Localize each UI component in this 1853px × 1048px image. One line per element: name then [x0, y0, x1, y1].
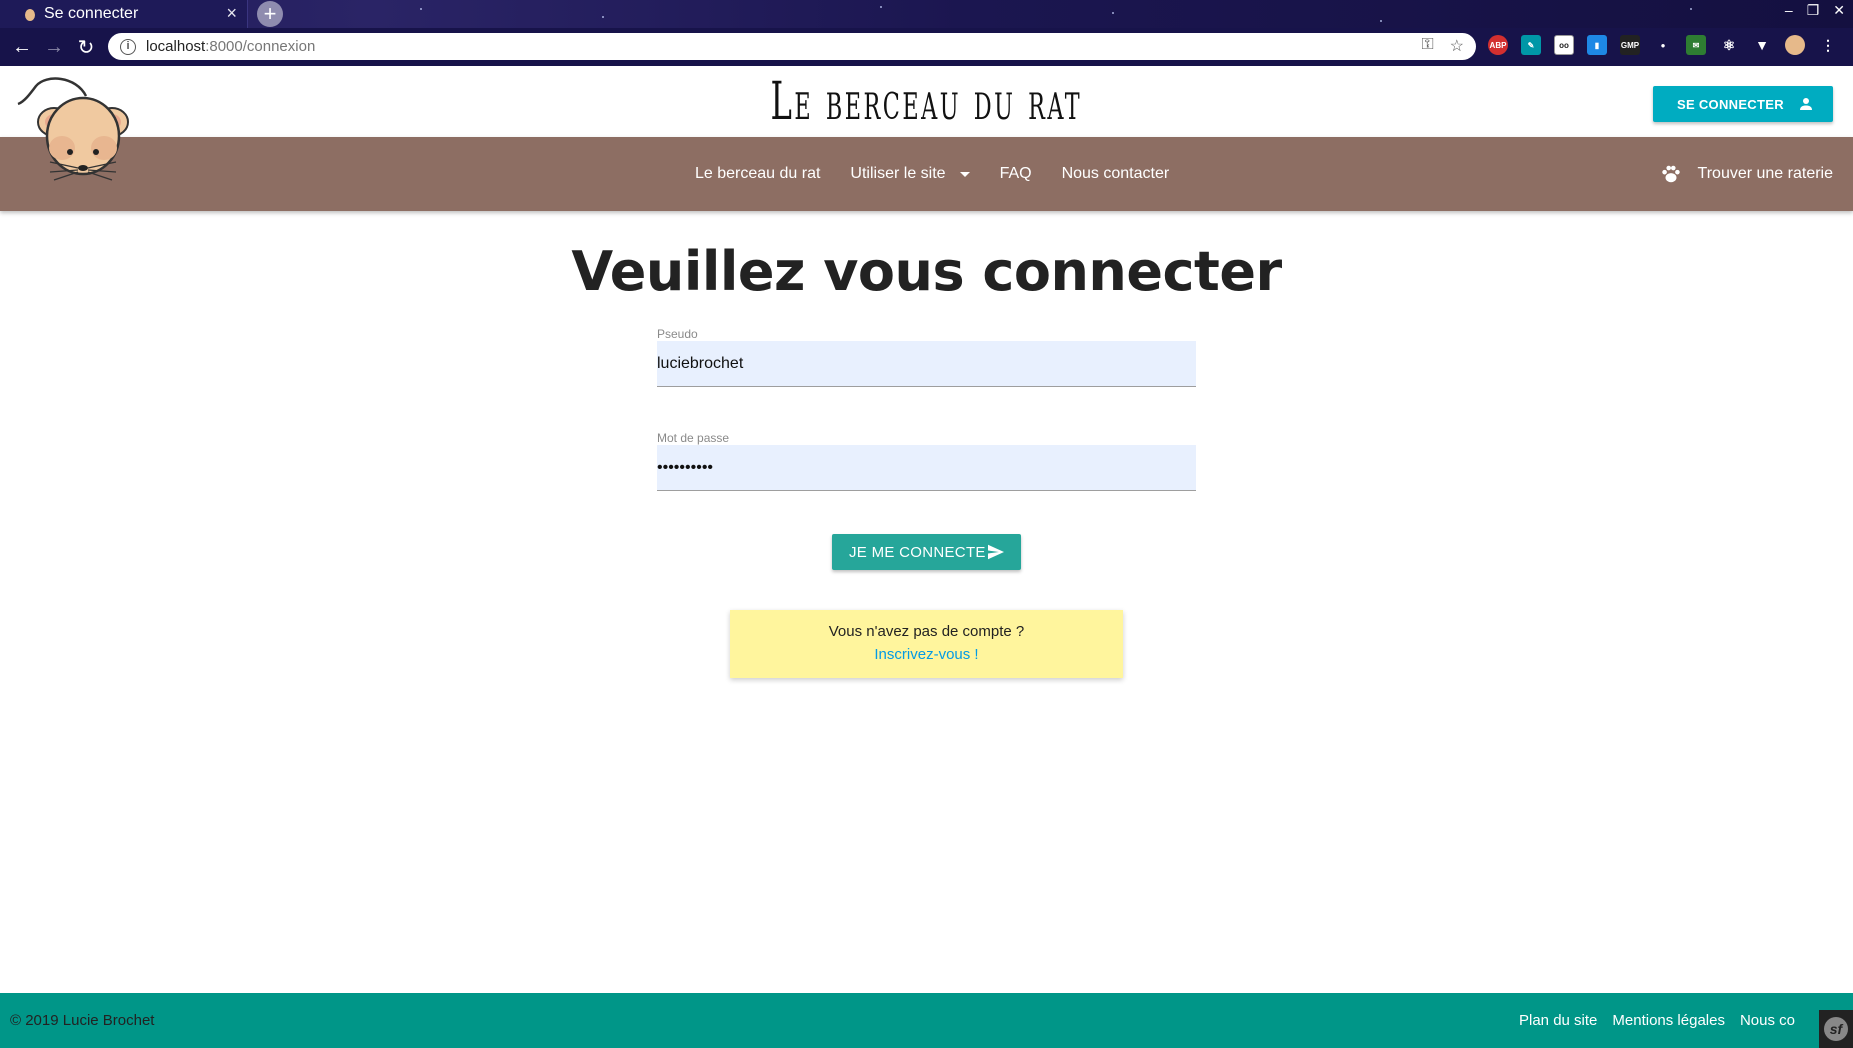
key-icon[interactable]: ⚿	[1421, 36, 1433, 56]
maximize-icon[interactable]: ❐	[1807, 2, 1820, 19]
close-tab-icon[interactable]: ×	[226, 3, 237, 24]
glasses-extension-icon[interactable]: oo	[1554, 35, 1574, 55]
gmp-extension-icon[interactable]: GMP	[1620, 35, 1640, 55]
forward-icon[interactable]: →	[38, 31, 70, 63]
username-label: Pseudo	[657, 327, 698, 341]
new-tab-button[interactable]: +	[257, 1, 283, 27]
star-decoration	[602, 16, 604, 18]
site-title[interactable]: Le berceau du rat	[352, 72, 1501, 132]
nav-item-contact[interactable]: Nous contacter	[1062, 165, 1170, 183]
login-button-label: SE CONNECTER	[1677, 96, 1784, 112]
star-decoration	[420, 8, 422, 10]
person-icon	[1800, 98, 1812, 110]
find-raterie-link[interactable]: Trouver une raterie	[1660, 137, 1833, 211]
main-navbar: Le berceau du rat Utiliser le site FAQ N…	[0, 137, 1853, 211]
pen-extension-icon[interactable]: ✎	[1521, 35, 1541, 55]
star-decoration	[1380, 20, 1382, 22]
nav-item-use-site[interactable]: Utiliser le site	[850, 165, 970, 183]
password-input[interactable]	[657, 445, 1196, 491]
nav-links: Le berceau du rat Utiliser le site FAQ N…	[695, 137, 1169, 211]
url-host: localhost	[146, 38, 206, 55]
submit-login-button[interactable]: JE ME CONNECTE	[832, 534, 1021, 570]
submit-login-label: JE ME CONNECTE	[849, 543, 986, 561]
signup-link[interactable]: Inscrivez-vous !	[730, 646, 1123, 663]
react-extension-icon[interactable]: ⚛	[1719, 35, 1739, 55]
footer-link-contact[interactable]: Nous contacter	[1740, 1012, 1796, 1029]
nav-item-home[interactable]: Le berceau du rat	[695, 165, 820, 183]
paw-icon	[1661, 165, 1680, 183]
ninja-extension-icon[interactable]: ●	[1653, 35, 1673, 55]
url-path: :8000/connexion	[205, 38, 316, 55]
rat-favicon-icon	[25, 9, 35, 21]
mail-extension-icon[interactable]: ✉	[1686, 35, 1706, 55]
star-decoration	[880, 6, 882, 8]
back-icon[interactable]: ←	[6, 31, 38, 63]
adblock-extension-icon[interactable]: ABP	[1488, 35, 1508, 55]
address-bar[interactable]: i localhost:8000/connexion ⚿ ☆	[108, 33, 1476, 60]
username-input[interactable]	[657, 341, 1196, 387]
footer-links: Plan du site Mentions légales Nous conta…	[1519, 1012, 1796, 1029]
nav-item-faq[interactable]: FAQ	[1000, 165, 1032, 183]
browser-tab-active[interactable]: Se connecter ×	[0, 0, 248, 28]
page-title: Veuillez vous connecter	[571, 240, 1282, 303]
reload-icon[interactable]: ↻	[70, 31, 102, 63]
star-decoration	[1690, 8, 1692, 10]
rat-logo[interactable]	[16, 76, 136, 186]
blue-extension-icon[interactable]: ▮	[1587, 35, 1607, 55]
site-header: Le berceau du rat SE CONNECTER	[0, 66, 1853, 137]
login-button[interactable]: SE CONNECTER	[1653, 86, 1833, 122]
extensions-bar: ABP ✎ oo ▮ GMP ● ✉ ⚛ ▼ ⋮	[1488, 35, 1838, 55]
close-window-icon[interactable]: ✕	[1833, 2, 1845, 19]
minimize-icon[interactable]: –	[1785, 2, 1793, 19]
signup-card: Vous n'avez pas de compte ? Inscrivez-vo…	[730, 610, 1123, 678]
symfony-toolbar-toggle[interactable]: sf	[1819, 1010, 1853, 1048]
window-controls: – ❐ ✕	[1785, 2, 1845, 19]
send-icon	[988, 544, 1004, 560]
browser-tabstrip: Se connecter × + – ❐ ✕	[0, 0, 1853, 28]
profile-avatar[interactable]	[1785, 35, 1805, 55]
footer-link-legal[interactable]: Mentions légales	[1612, 1012, 1725, 1029]
password-label: Mot de passe	[657, 431, 730, 445]
nav-item-use-site-label: Utiliser le site	[850, 165, 946, 182]
find-raterie-label: Trouver une raterie	[1697, 165, 1833, 182]
tab-title: Se connecter	[44, 5, 139, 22]
footer-link-sitemap[interactable]: Plan du site	[1519, 1012, 1597, 1029]
signup-question: Vous n'avez pas de compte ?	[828, 623, 1025, 640]
bookmark-star-icon[interactable]: ☆	[1450, 36, 1464, 56]
site-footer: © 2019 Lucie Brochet Plan du site Mentio…	[0, 993, 1853, 1048]
copyright-text: © 2019 Lucie Brochet	[10, 1012, 155, 1029]
vue-extension-icon[interactable]: ▼	[1752, 35, 1772, 55]
site-info-icon[interactable]: i	[120, 38, 136, 55]
symfony-icon: sf	[1824, 1017, 1848, 1041]
star-decoration	[1112, 12, 1114, 14]
menu-kebab-icon[interactable]: ⋮	[1818, 35, 1838, 55]
dropdown-caret-icon	[959, 171, 970, 177]
browser-toolbar: ← → ↻ i localhost:8000/connexion ⚿ ☆ ABP…	[0, 28, 1853, 66]
